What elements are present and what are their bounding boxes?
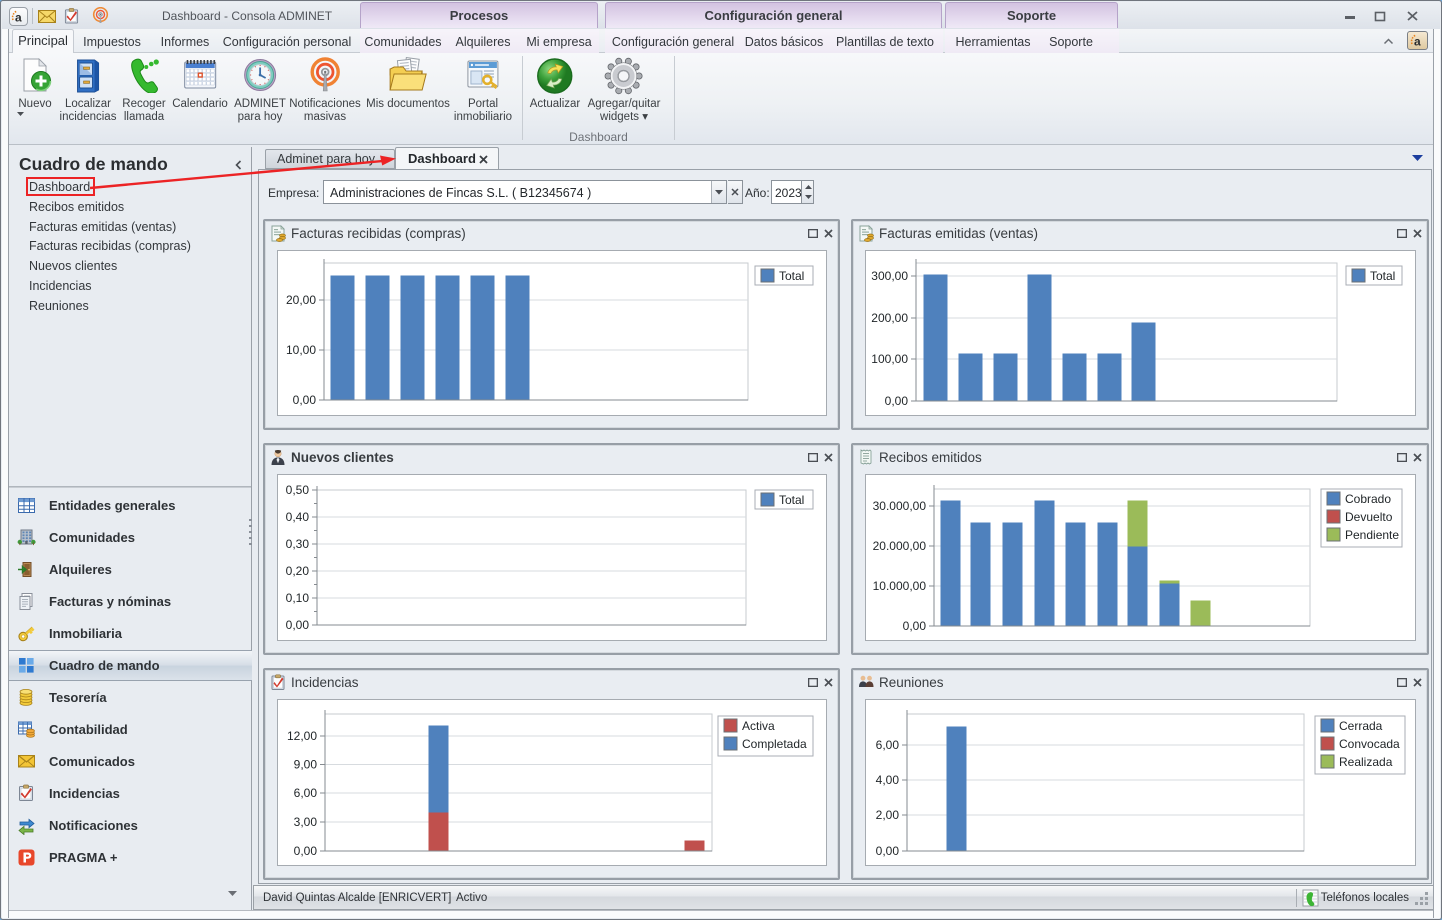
svg-text:2,00: 2,00 — [876, 808, 900, 822]
svg-text:Total: Total — [1370, 269, 1395, 283]
svg-text:0,00: 0,00 — [903, 619, 927, 633]
svg-text:Realizada: Realizada — [1339, 755, 1393, 769]
svg-text:10.000,00: 10.000,00 — [873, 579, 927, 593]
svg-text:200,00: 200,00 — [871, 311, 908, 325]
svg-text:20,00: 20,00 — [286, 293, 316, 307]
svg-text:0,40: 0,40 — [286, 510, 310, 524]
svg-text:Devuelto: Devuelto — [1345, 510, 1393, 524]
svg-text:0,00: 0,00 — [294, 844, 318, 858]
svg-text:30.000,00: 30.000,00 — [873, 499, 927, 513]
svg-text:6,00: 6,00 — [294, 786, 318, 800]
svg-text:a: a — [1414, 35, 1421, 48]
svg-text:300,00: 300,00 — [871, 269, 908, 283]
svg-text:12,00: 12,00 — [287, 729, 317, 743]
svg-text:4,00: 4,00 — [876, 773, 900, 787]
svg-text:0,00: 0,00 — [286, 618, 310, 632]
svg-text:10,00: 10,00 — [286, 343, 316, 357]
svg-text:Convocada: Convocada — [1339, 737, 1400, 751]
svg-text:100,00: 100,00 — [871, 352, 908, 366]
svg-text:Cerrada: Cerrada — [1339, 719, 1383, 733]
svg-text:0,50: 0,50 — [286, 483, 310, 497]
svg-text:0,00: 0,00 — [293, 393, 317, 407]
svg-text:0,20: 0,20 — [286, 564, 310, 578]
svg-text:20.000,00: 20.000,00 — [873, 539, 927, 553]
svg-text:0,00: 0,00 — [876, 844, 900, 858]
svg-text:Pendiente: Pendiente — [1345, 528, 1399, 542]
svg-text:0,30: 0,30 — [286, 537, 310, 551]
svg-text:Total: Total — [779, 269, 804, 283]
svg-text:3,00: 3,00 — [294, 815, 318, 829]
svg-text:a: a — [15, 11, 22, 24]
svg-text:6,00: 6,00 — [876, 738, 900, 752]
svg-text:0,00: 0,00 — [885, 394, 909, 408]
svg-text:Activa: Activa — [742, 719, 775, 733]
svg-text:Cobrado: Cobrado — [1345, 492, 1391, 506]
svg-text:0,10: 0,10 — [286, 591, 310, 605]
svg-text:9,00: 9,00 — [294, 758, 318, 772]
svg-text:Completada: Completada — [742, 737, 807, 751]
svg-text:Total: Total — [779, 493, 804, 507]
